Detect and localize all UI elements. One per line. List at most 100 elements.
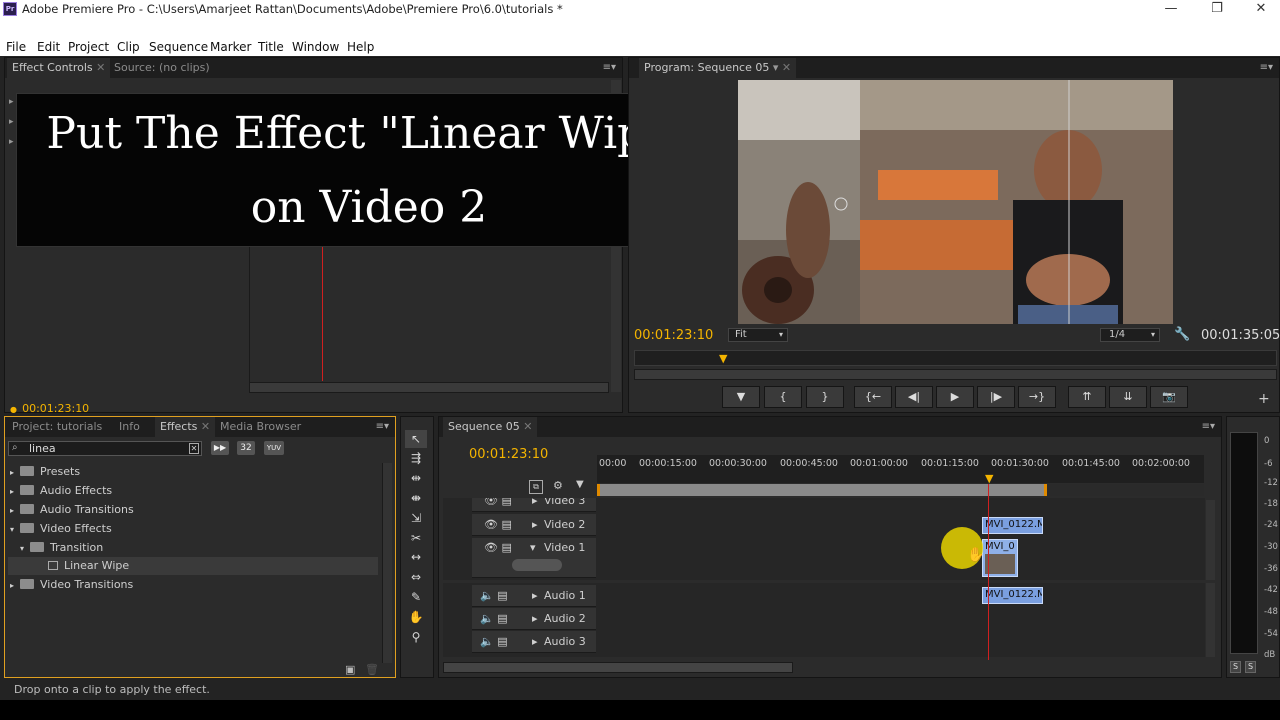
ruler-label: 00:01:00:00 — [850, 458, 908, 469]
ripple-edit-tool-icon[interactable]: ⇹ — [405, 469, 427, 487]
wrench-icon[interactable]: 🔧 — [1174, 327, 1190, 342]
snap-icon[interactable]: ⧉ — [529, 480, 543, 494]
solo-left-button[interactable]: S — [1230, 661, 1241, 673]
yuv-effects-badge[interactable]: YUV — [264, 441, 284, 455]
timeline-horizontal-scrollbar[interactable] — [443, 662, 793, 673]
slide-tool-icon[interactable]: ⇔ — [405, 568, 427, 586]
tree-video-transitions[interactable]: ▸ Video Transitions — [10, 576, 133, 594]
track-select-tool-icon[interactable]: ⇶ — [405, 449, 427, 467]
ruler-label: 00:01:15:00 — [921, 458, 979, 469]
menu-help[interactable]: Help — [347, 38, 374, 56]
menu-edit[interactable]: Edit — [37, 38, 60, 56]
effects-search-box[interactable]: ⌕ linea ✕ — [8, 441, 202, 456]
clear-search-icon[interactable]: ✕ — [189, 443, 199, 454]
tab-program[interactable]: Program: Sequence 05 ▾ ✕ — [639, 58, 797, 78]
menu-sequence[interactable]: Sequence — [149, 38, 208, 56]
panel-menu-icon[interactable]: ≡▾ — [603, 58, 616, 78]
clip-video-2[interactable]: MVI_0122.M — [982, 517, 1043, 534]
pen-tool-icon[interactable]: ✎ — [405, 588, 427, 606]
tree-presets[interactable]: ▸ Presets — [10, 463, 80, 481]
tab-close-icon[interactable]: ✕ — [96, 61, 105, 74]
playhead-marker-icon[interactable]: ▼ — [719, 352, 727, 365]
mark-in-button[interactable]: { — [764, 386, 802, 408]
tab-sequence[interactable]: Sequence 05 ✕ — [443, 417, 538, 437]
menu-window[interactable]: Window — [292, 38, 339, 56]
folder-icon — [20, 579, 35, 589]
keyframe-icon[interactable]: ⚙ — [553, 479, 563, 492]
tab-effect-controls[interactable]: Effect Controls ✕ — [7, 58, 111, 78]
ruler-label: 00:02:00:00 — [1132, 458, 1190, 469]
slip-tool-icon[interactable]: ↔ — [405, 548, 427, 566]
menu-marker[interactable]: Marker — [210, 38, 251, 56]
program-zoom-bar[interactable] — [634, 369, 1277, 380]
tree-linear-wipe[interactable]: Linear Wipe — [8, 557, 378, 575]
add-marker-button[interactable]: ▼ — [722, 386, 760, 408]
extract-button[interactable]: ⇊ — [1109, 386, 1147, 408]
program-panel-menu-icon[interactable]: ≡▾ — [1260, 58, 1273, 78]
step-back-button[interactable]: ◀| — [895, 386, 933, 408]
track-audio-2[interactable]: 🔈 ▤ ▸ Audio 2 — [472, 608, 596, 630]
menu-clip[interactable]: Clip — [117, 38, 140, 56]
go-to-out-button[interactable]: →} — [1018, 386, 1056, 408]
program-time-ruler[interactable] — [634, 350, 1277, 366]
fit-dropdown[interactable]: Fit ▾ — [728, 328, 788, 342]
restore-icon[interactable]: ❐ — [1206, 0, 1228, 18]
timeline-playhead-line — [988, 484, 989, 660]
tab-project[interactable]: Project: tutorials — [7, 417, 107, 437]
ruler-label: 00:01:45:00 — [1062, 458, 1120, 469]
delete-icon[interactable]: 🗑 — [365, 663, 379, 676]
folder-icon — [30, 542, 45, 552]
menu-title[interactable]: Title — [258, 38, 284, 56]
effect-controls-scrollbar[interactable] — [249, 382, 609, 393]
clip-audio-1[interactable]: MVI_0122.M — [982, 587, 1043, 604]
meter-label: -6 — [1264, 459, 1273, 469]
effects-scrollbar[interactable] — [382, 463, 392, 663]
track-video-1[interactable]: 👁 ▤ ▾ Video 1 — [472, 538, 596, 578]
track-audio-3[interactable]: 🔈 ▤ ▸ Audio 3 — [472, 631, 596, 653]
32bit-effects-badge[interactable]: 32 — [237, 441, 255, 455]
minimize-icon[interactable]: — — [1160, 0, 1182, 18]
audio-track-scrollbar[interactable] — [1206, 583, 1215, 657]
timeline-panel-menu-icon[interactable]: ≡▾ — [1202, 417, 1215, 437]
new-bin-icon[interactable]: ▣ — [345, 663, 355, 676]
track-audio-1[interactable]: 🔈 ▤ ▸ Audio 1 — [472, 585, 596, 607]
tab-source[interactable]: Source: (no clips) — [109, 58, 215, 78]
selection-tool-icon[interactable]: ↖ — [405, 430, 427, 448]
tree-audio-effects[interactable]: ▸ Audio Effects — [10, 482, 112, 500]
effects-panel-menu-icon[interactable]: ≡▾ — [376, 417, 389, 437]
menu-project[interactable]: Project — [68, 38, 109, 56]
search-input[interactable]: linea — [29, 442, 56, 456]
program-timecode[interactable]: 00:01:23:10 — [634, 328, 713, 343]
lift-button[interactable]: ⇈ — [1068, 386, 1106, 408]
program-video-frame — [738, 80, 1173, 324]
timeline-timecode[interactable]: 00:01:23:10 — [469, 447, 548, 462]
tab-effects[interactable]: Effects ✕ — [155, 417, 216, 437]
menu-file[interactable]: File — [6, 38, 26, 56]
track-video-3[interactable]: 👁 ▤ ▸ Video 3 — [472, 498, 596, 512]
hand-tool-icon[interactable]: ✋ — [405, 608, 427, 626]
close-icon[interactable]: ✕ — [1250, 0, 1272, 18]
rate-stretch-tool-icon[interactable]: ⇲ — [405, 509, 427, 527]
timeline-marker-icon[interactable]: ▼ — [576, 479, 584, 490]
solo-right-button[interactable]: S — [1245, 661, 1256, 673]
tree-transition[interactable]: ▾ Transition — [20, 539, 103, 557]
track-video-2[interactable]: 👁 ▤ ▸ Video 2 — [472, 514, 596, 536]
rolling-edit-tool-icon[interactable]: ⇼ — [405, 489, 427, 507]
tree-audio-transitions[interactable]: ▸ Audio Transitions — [10, 501, 134, 519]
tab-media-browser[interactable]: Media Browser — [215, 417, 306, 437]
go-to-in-button[interactable]: {← — [854, 386, 892, 408]
tree-video-effects[interactable]: ▾ Video Effects — [10, 520, 112, 538]
tab-info[interactable]: Info — [114, 417, 145, 437]
play-button[interactable]: ▶ — [936, 386, 974, 408]
step-forward-button[interactable]: |▶ — [977, 386, 1015, 408]
export-frame-button[interactable]: 📷 — [1150, 386, 1188, 408]
razor-tool-icon[interactable]: ✂ — [405, 529, 427, 547]
meter-label: 0 — [1264, 436, 1270, 446]
resolution-dropdown[interactable]: 1/4 ▾ — [1100, 328, 1160, 342]
mark-out-button[interactable]: } — [806, 386, 844, 408]
video-track-scrollbar[interactable] — [1206, 500, 1215, 580]
work-area-bar[interactable] — [597, 484, 1047, 496]
zoom-tool-icon[interactable]: ⚲ — [405, 628, 427, 646]
add-button-icon[interactable]: + — [1258, 391, 1270, 407]
accelerated-effects-icon[interactable]: ▶▶ — [211, 441, 229, 455]
